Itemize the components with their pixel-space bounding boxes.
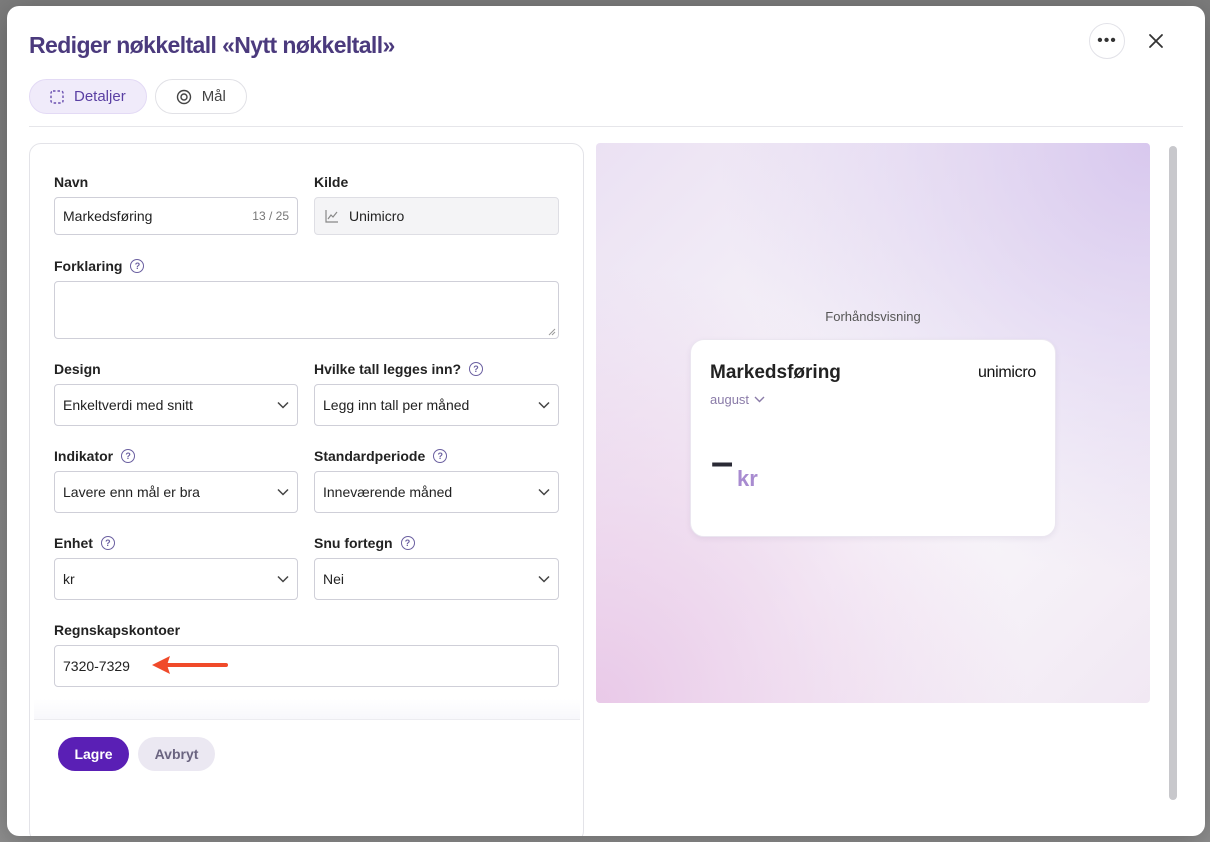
chevron-down-icon bbox=[277, 401, 289, 409]
header-divider bbox=[29, 126, 1183, 127]
chevron-down-icon bbox=[538, 575, 550, 583]
label-text: Regnskapskontoer bbox=[54, 622, 181, 638]
chevron-down-icon bbox=[538, 488, 550, 496]
cancel-button[interactable]: Avbryt bbox=[138, 737, 215, 771]
indikator-label: Indikator ? bbox=[54, 448, 136, 464]
kpi-value: – bbox=[711, 440, 734, 484]
chevron-down-icon bbox=[277, 488, 289, 496]
scrollbar-thumb[interactable] bbox=[1169, 146, 1177, 800]
edit-kpi-dialog: Rediger nøkkeltall «Nytt nøkkeltall» •••… bbox=[7, 6, 1205, 836]
period-value: august bbox=[710, 392, 750, 407]
hvilke-tall-value: Legg inn tall per måned bbox=[323, 397, 470, 413]
unimicro-logo: unimicro bbox=[977, 364, 1036, 381]
label-text: Kilde bbox=[314, 174, 349, 190]
design-select[interactable]: Enkeltverdi med snitt bbox=[54, 384, 298, 426]
kpi-title: Markedsføring bbox=[710, 362, 841, 383]
design-value: Enkeltverdi med snitt bbox=[63, 397, 193, 413]
snu-fortegn-value: Nei bbox=[323, 571, 345, 587]
kilde-label: Kilde bbox=[314, 174, 348, 190]
label-text: Standardperiode bbox=[314, 448, 426, 464]
design-label: Design bbox=[54, 361, 101, 377]
indikator-select[interactable]: Lavere enn mål er bra bbox=[54, 471, 298, 513]
standardperiode-label: Standardperiode ? bbox=[314, 448, 448, 464]
enhet-value: kr bbox=[63, 571, 75, 587]
footer-shadow bbox=[34, 699, 580, 719]
navn-input[interactable]: Markedsføring 13 / 25 bbox=[54, 197, 298, 235]
navn-label: Navn bbox=[54, 174, 88, 190]
chevron-down-icon bbox=[277, 575, 289, 583]
kpi-unit: kr bbox=[737, 466, 758, 491]
forklaring-textarea[interactable] bbox=[54, 281, 559, 339]
char-counter: 13 / 25 bbox=[252, 209, 289, 223]
dialog-title: Rediger nøkkeltall «Nytt nøkkeltall» bbox=[29, 32, 395, 58]
chevron-down-icon bbox=[538, 401, 550, 409]
label-text: Design bbox=[54, 361, 101, 377]
more-options-button[interactable]: ••• bbox=[1089, 23, 1125, 59]
save-button[interactable]: Lagre bbox=[58, 737, 129, 771]
form-panel: Navn Markedsføring 13 / 25 Kilde Unimicr… bbox=[29, 143, 584, 836]
preview-panel: Forhåndsvisning Markedsføring unimicro a… bbox=[596, 143, 1150, 703]
regnskapskontoer-label: Regnskapskontoer bbox=[54, 622, 180, 638]
tab-detaljer[interactable]: Detaljer bbox=[29, 79, 147, 114]
label-text: Enhet bbox=[54, 535, 93, 551]
chevron-down-icon bbox=[754, 396, 765, 403]
label-text: Navn bbox=[54, 174, 89, 190]
help-icon[interactable]: ? bbox=[130, 259, 145, 273]
help-icon[interactable]: ? bbox=[100, 536, 115, 550]
label-text: Indikator bbox=[54, 448, 114, 464]
tab-label: Mål bbox=[201, 88, 226, 105]
tab-bar: Detaljer Mål bbox=[29, 79, 247, 114]
resize-grip-icon[interactable] bbox=[548, 328, 556, 336]
tab-label: Detaljer bbox=[74, 88, 126, 105]
target-icon bbox=[176, 89, 192, 105]
line-chart-icon bbox=[325, 210, 338, 223]
kpi-preview-card: Markedsføring unimicro august – kr bbox=[690, 339, 1056, 537]
close-icon bbox=[1149, 34, 1163, 48]
indikator-value: Lavere enn mål er bra bbox=[63, 484, 200, 500]
more-horizontal-icon: ••• bbox=[1097, 32, 1117, 49]
standardperiode-select[interactable]: Inneværende måned bbox=[314, 471, 559, 513]
label-text: Snu fortegn bbox=[314, 535, 393, 551]
kilde-input: Unimicro bbox=[314, 197, 559, 235]
period-dropdown[interactable]: august bbox=[710, 392, 765, 407]
help-icon[interactable]: ? bbox=[469, 362, 484, 376]
forklaring-label: Forklaring ? bbox=[54, 258, 145, 274]
label-text: Hvilke tall legges inn? bbox=[314, 361, 462, 377]
kilde-value: Unimicro bbox=[349, 208, 405, 224]
regnskapskontoer-value: 7320-7329 bbox=[63, 658, 130, 674]
help-icon[interactable]: ? bbox=[433, 449, 448, 463]
help-icon[interactable]: ? bbox=[121, 449, 136, 463]
close-button[interactable] bbox=[1143, 28, 1169, 54]
footer-divider bbox=[34, 719, 580, 720]
regnskapskontoer-input[interactable]: 7320-7329 bbox=[54, 645, 559, 687]
enhet-select[interactable]: kr bbox=[54, 558, 298, 600]
snu-fortegn-select[interactable]: Nei bbox=[314, 558, 559, 600]
help-icon[interactable]: ? bbox=[400, 536, 415, 550]
preview-label: Forhåndsvisning bbox=[825, 309, 921, 324]
annotation-arrow-icon bbox=[152, 656, 228, 674]
dashed-square-icon bbox=[50, 89, 64, 104]
enhet-label: Enhet ? bbox=[54, 535, 115, 551]
standardperiode-value: Inneværende måned bbox=[323, 484, 453, 500]
hvilke-tall-select[interactable]: Legg inn tall per måned bbox=[314, 384, 559, 426]
hvilke-tall-label: Hvilke tall legges inn? ? bbox=[314, 361, 484, 377]
tab-mal[interactable]: Mål bbox=[154, 79, 247, 114]
label-text: Forklaring bbox=[54, 258, 123, 274]
snu-fortegn-label: Snu fortegn ? bbox=[314, 535, 415, 551]
navn-value: Markedsføring bbox=[63, 208, 153, 224]
